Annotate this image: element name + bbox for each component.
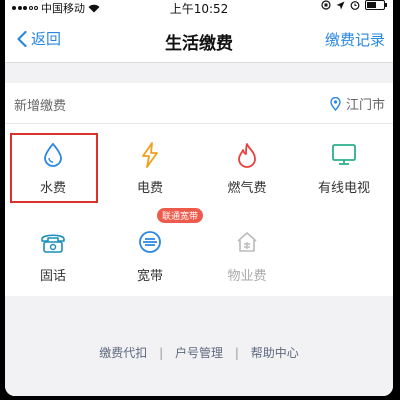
new-payment-header: 新增缴费 江门市 bbox=[5, 83, 393, 124]
landline-item[interactable]: 固话 bbox=[5, 212, 101, 294]
electricity-fee-label: 电费 bbox=[136, 181, 163, 196]
property-fee-label: 物业费 bbox=[227, 269, 267, 284]
link-separator: | bbox=[234, 346, 239, 360]
broadband-icon bbox=[139, 231, 161, 253]
landline-label: 固话 bbox=[39, 269, 66, 284]
section-gap bbox=[5, 63, 393, 83]
location-arrow-icon bbox=[336, 1, 345, 9]
gas-fee-item[interactable]: 燃气费 bbox=[199, 124, 295, 206]
link-separator: | bbox=[159, 346, 164, 360]
selection-highlight-box bbox=[10, 133, 98, 203]
orientation-lock-icon bbox=[321, 0, 331, 10]
phone-screen: 中国移动 上午10:52 返回 生活缴费 缴费记录 新增缴费 江门市 水费 电费… bbox=[5, 0, 393, 396]
location-pin-icon bbox=[330, 96, 341, 111]
unicom-broadband-badge: 联通宽带 bbox=[157, 208, 204, 223]
property-house-icon bbox=[237, 232, 257, 252]
cable-tv-item[interactable]: 有线电视 bbox=[296, 124, 392, 206]
alarm-icon bbox=[350, 1, 360, 10]
auto-debit-link[interactable]: 缴费代扣 bbox=[99, 346, 147, 360]
electricity-fee-item[interactable]: 电费 bbox=[102, 124, 198, 206]
payment-record-link[interactable]: 缴费记录 bbox=[325, 29, 385, 50]
status-right bbox=[321, 0, 387, 10]
account-management-link[interactable]: 户号管理 bbox=[175, 346, 223, 360]
help-center-link[interactable]: 帮助中心 bbox=[251, 346, 299, 360]
status-bar: 中国移动 上午10:52 bbox=[5, 0, 393, 16]
footer-links: 缴费代扣 | 户号管理 | 帮助中心 bbox=[5, 344, 393, 361]
tv-icon bbox=[332, 144, 356, 165]
telephone-icon bbox=[41, 234, 65, 253]
battery-icon bbox=[365, 0, 387, 10]
gas-fee-label: 燃气费 bbox=[227, 181, 267, 196]
cable-tv-label: 有线电视 bbox=[317, 181, 370, 196]
city-selector[interactable]: 江门市 bbox=[330, 94, 385, 113]
new-payment-label: 新增缴费 bbox=[14, 99, 67, 114]
property-fee-item[interactable]: 物业费 bbox=[199, 212, 295, 294]
flame-icon bbox=[238, 143, 256, 168]
footer-area: 缴费代扣 | 户号管理 | 帮助中心 bbox=[5, 296, 393, 396]
city-name: 江门市 bbox=[345, 98, 385, 113]
broadband-label: 宽带 bbox=[136, 269, 163, 284]
lightning-icon bbox=[142, 142, 158, 168]
navigation-bar: 返回 生活缴费 缴费记录 bbox=[5, 16, 393, 63]
broadband-item[interactable]: 宽带 bbox=[102, 212, 198, 294]
